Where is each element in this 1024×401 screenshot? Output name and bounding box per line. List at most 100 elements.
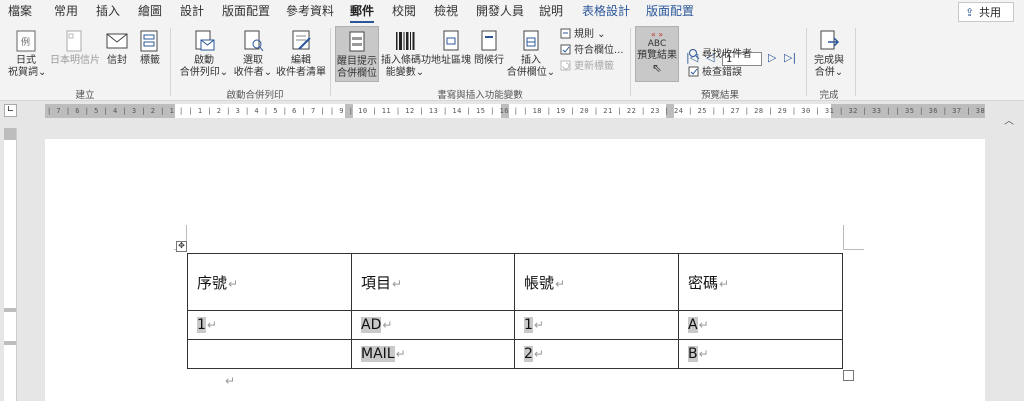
tab-draw[interactable]: 繪圖	[138, 4, 162, 18]
ribbon-tab-bar: 檔案 常用 插入 繪圖 設計 版面配置 參考資料 郵件 校閱 檢視 開發人員 說…	[0, 0, 1024, 24]
table-cell[interactable]: MAIL↵	[351, 339, 515, 369]
insert-merge-field-button[interactable]: 插入 合併欄位⌄	[506, 29, 556, 79]
group-separator	[855, 28, 856, 96]
table-header-row: 序號↵ 項目↵ 帳號↵ 密碼↵	[187, 253, 843, 311]
finish-merge-button[interactable]: 完成與 合併⌄	[810, 29, 848, 79]
document-table[interactable]: 序號↵ 項目↵ 帳號↵ 密碼↵ 1↵ AD↵ 1↵ A↵ MAIL↵ 2↵ B↵	[187, 253, 843, 369]
preview-results-button[interactable]: « » ABC 預覽結果 ⇖	[635, 26, 679, 82]
header-serial: 序號	[197, 273, 228, 292]
preview-arrows-icon: « »	[650, 30, 664, 39]
edit-recipient-list-button[interactable]: 編輯 收件者清單	[276, 29, 326, 79]
group-separator	[806, 28, 807, 96]
select-recipients-button[interactable]: 選取 收件者⌄	[232, 29, 274, 79]
table-cell[interactable]: 項目↵	[351, 253, 515, 311]
tab-insert[interactable]: 插入	[96, 4, 120, 18]
header-account: 帳號	[524, 273, 555, 292]
vruler-row-marker	[4, 308, 16, 312]
insert-barcode-field-button[interactable]: 插入條碼功 能變數⌄	[381, 29, 431, 79]
labels-icon	[140, 30, 158, 52]
merge-field: 1	[524, 317, 533, 333]
table-row: 1↵ AD↵ 1↵ A↵	[187, 310, 843, 340]
table-resize-handle[interactable]	[843, 370, 854, 381]
jp-postcard-button[interactable]: 日本明信片	[50, 29, 100, 67]
jp-greeting-button[interactable]: 例 日式 祝賀詞⌄	[8, 29, 46, 79]
table-cell[interactable]: 2↵	[514, 339, 679, 369]
tab-review[interactable]: 校閱	[392, 4, 416, 18]
table-cell[interactable]: 帳號↵	[514, 253, 679, 311]
labels-button[interactable]: 標籤	[136, 29, 164, 67]
table-cell[interactable]: 1↵	[187, 310, 352, 340]
tab-references[interactable]: 參考資料	[286, 4, 334, 18]
header-password: 密碼	[688, 273, 719, 292]
tab-help[interactable]: 說明	[539, 4, 563, 18]
cursor-icon: ⇖	[651, 61, 663, 75]
group-label-finish: 完成	[819, 90, 839, 101]
tab-table-layout[interactable]: 版面配置	[646, 4, 694, 18]
start-mail-merge-button[interactable]: 啟動 合併列印⌄	[178, 29, 230, 79]
insert-field-icon	[523, 30, 539, 51]
header-item: 項目	[361, 273, 392, 292]
table-cell[interactable]: 密碼↵	[678, 253, 843, 311]
edit-list-icon	[292, 30, 311, 50]
next-record-icon[interactable]: ▷	[768, 51, 776, 64]
ruler-numbers: | 7 | 6 | 5 | 4 | 3 | 2 | 1 | | 1 | 2 | …	[47, 107, 985, 115]
address-block-icon	[443, 30, 459, 51]
group-label-write-insert: 書寫與插入功能變數	[437, 90, 523, 101]
merge-field: B	[688, 346, 698, 362]
last-record-icon[interactable]: ▷|	[784, 51, 796, 64]
group-separator	[170, 28, 171, 96]
greeting-line-icon	[481, 30, 497, 51]
tab-stop-selector[interactable]: ∟	[4, 104, 17, 117]
tab-mailings[interactable]: 郵件	[350, 4, 375, 23]
tab-table-design[interactable]: 表格設計	[582, 4, 630, 18]
greeting-card-icon: 例	[16, 30, 36, 52]
merge-field: 2	[524, 346, 533, 362]
greeting-line-button[interactable]: 問候行	[472, 29, 506, 67]
group-label-preview: 預覽結果	[700, 90, 739, 101]
table-cell[interactable]: 序號↵	[187, 253, 352, 311]
merge-field: A	[688, 317, 698, 333]
group-label-start-merge: 啟動合併列印	[226, 90, 284, 101]
rules-icon	[560, 28, 571, 39]
match-fields-button[interactable]: 符合欄位...	[560, 44, 624, 57]
tab-view[interactable]: 檢視	[434, 4, 458, 18]
table-cell[interactable]: A↵	[678, 310, 843, 340]
share-button[interactable]: ⇪ 共用	[958, 2, 1014, 22]
vruler-margin-top	[4, 128, 16, 140]
tab-layout[interactable]: 版面配置	[222, 4, 270, 18]
share-icon: ⇪	[965, 6, 975, 19]
table-cell[interactable]: B↵	[678, 339, 843, 369]
tab-developer[interactable]: 開發人員	[476, 4, 524, 18]
table-cell[interactable]: 1↵	[514, 310, 679, 340]
check-errors-button[interactable]: 檢查錯誤	[688, 66, 742, 79]
crop-mark	[843, 225, 864, 250]
envelopes-button[interactable]: 信封	[103, 29, 131, 67]
share-label: 共用	[979, 6, 1001, 19]
find-recipient-button[interactable]: 尋找收件者	[688, 48, 752, 61]
address-block-button[interactable]: 地址區塊	[430, 29, 472, 67]
rules-button[interactable]: 規則 ⌄	[560, 28, 606, 41]
envelope-icon	[106, 33, 128, 49]
update-labels-icon	[560, 60, 571, 71]
vruler-row-marker	[4, 341, 16, 345]
horizontal-ruler-row: ∟ | 7 | 6 | 5 | 4 | 3 | 2 | 1 | | 1 | 2 …	[0, 101, 1024, 121]
highlight-merge-fields-button[interactable]: 醒目提示 合併欄位	[335, 26, 379, 82]
highlight-fields-icon	[349, 31, 365, 52]
vertical-ruler[interactable]	[4, 128, 17, 401]
update-labels-button[interactable]: 更新標籤	[560, 60, 614, 73]
mail-merge-icon	[195, 30, 215, 51]
tab-file[interactable]: 檔案	[8, 4, 32, 18]
postcard-icon	[66, 30, 82, 52]
tab-design[interactable]: 設計	[180, 4, 204, 18]
ribbon: 例 日式 祝賀詞⌄ 日本明信片 信封 標籤 建立 啟動 合併列印⌄ 選取 收件者…	[0, 24, 1024, 127]
group-separator	[630, 28, 631, 96]
finish-merge-icon	[820, 30, 840, 50]
table-move-handle[interactable]: ✥	[176, 241, 187, 252]
table-cell[interactable]	[187, 339, 352, 369]
tab-home[interactable]: 常用	[54, 4, 78, 18]
horizontal-ruler[interactable]: | 7 | 6 | 5 | 4 | 3 | 2 | 1 | | 1 | 2 | …	[45, 104, 985, 118]
barcode-icon	[396, 32, 415, 50]
table-cell[interactable]: AD↵	[351, 310, 515, 340]
table-row: MAIL↵ 2↵ B↵	[187, 339, 843, 369]
group-label-create: 建立	[75, 90, 95, 101]
